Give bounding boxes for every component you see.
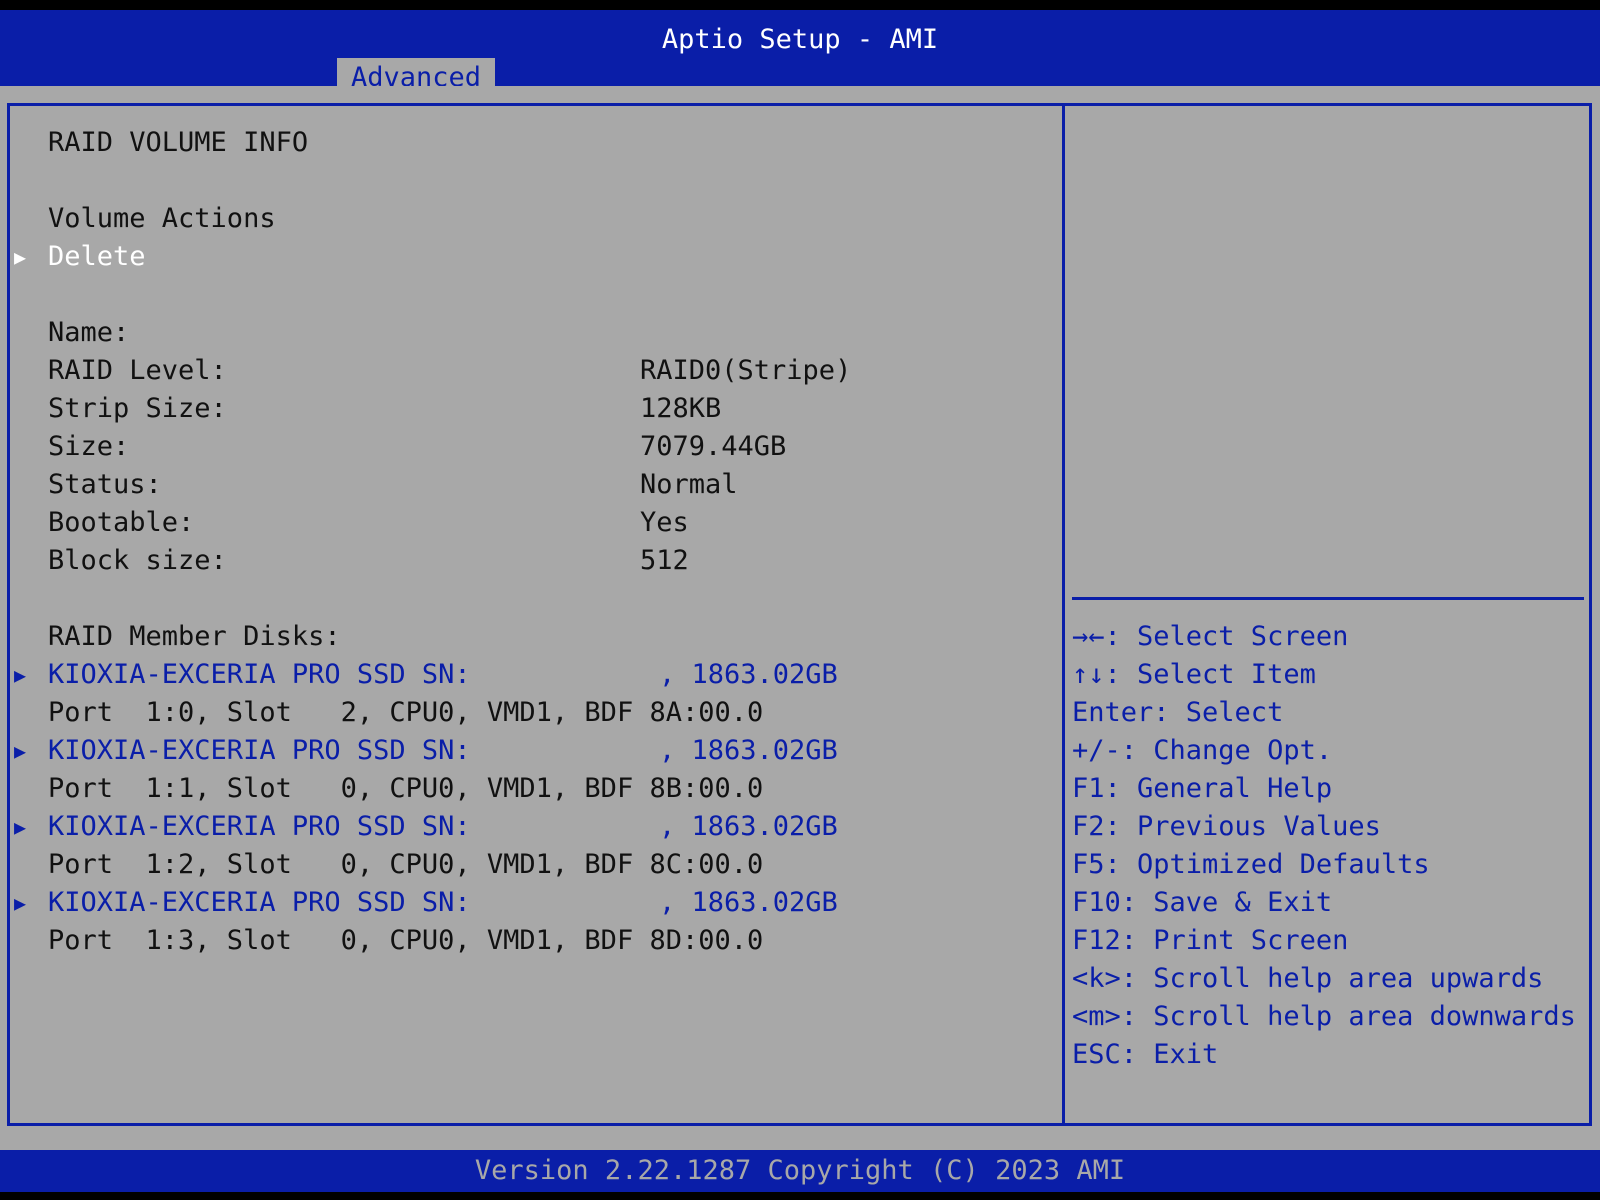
member-disk-location: Port 1:2, Slot 0, CPU0, VMD1, BDF 8C:00.…	[48, 849, 764, 880]
member-disk-item[interactable]: KIOXIA-EXCERIA PRO SSD SN:	[48, 656, 471, 694]
field-label-raid-level: RAID Level:	[48, 355, 227, 386]
help-key-print-screen: F12: Print Screen	[1072, 925, 1349, 956]
member-disk-size[interactable]: , 1863.02GB	[659, 808, 838, 846]
field-value-block-size: 512	[640, 545, 689, 576]
help-divider	[1072, 597, 1584, 600]
member-disk-size[interactable]: , 1863.02GB	[659, 732, 838, 770]
member-disks-label: RAID Member Disks:	[48, 621, 341, 652]
help-key-select-screen: →←: Select Screen	[1072, 621, 1349, 652]
help-key-save-exit: F10: Save & Exit	[1072, 887, 1333, 918]
member-disk-item[interactable]: KIOXIA-EXCERIA PRO SSD SN:	[48, 884, 471, 922]
help-key-scroll-up: <k>: Scroll help area upwards	[1072, 963, 1544, 994]
member-disk-location: Port 1:3, Slot 0, CPU0, VMD1, BDF 8D:00.…	[48, 925, 764, 956]
field-label-name: Name:	[48, 317, 130, 348]
field-value-status: Normal	[640, 469, 738, 500]
field-label-status: Status:	[48, 469, 162, 500]
page-heading: RAID VOLUME INFO	[48, 127, 309, 158]
member-disk-item[interactable]: KIOXIA-EXCERIA PRO SSD SN:	[48, 732, 471, 770]
field-value-size: 7079.44GB	[640, 431, 787, 462]
field-value-raid-level: RAID0(Stripe)	[640, 355, 852, 386]
help-key-scroll-down: <m>: Scroll help area downwards	[1072, 1001, 1576, 1032]
delete-volume-item[interactable]: Delete	[48, 238, 146, 276]
submenu-arrow-icon: ▶	[14, 891, 27, 915]
help-key-enter: Enter: Select	[1072, 697, 1284, 728]
field-label-strip-size: Strip Size:	[48, 393, 227, 424]
submenu-arrow-icon: ▶	[14, 245, 27, 269]
help-key-exit: ESC: Exit	[1072, 1039, 1219, 1070]
help-key-change-opt: +/-: Change Opt.	[1072, 735, 1333, 766]
version-footer: Version 2.22.1287 Copyright (C) 2023 AMI	[0, 1150, 1600, 1192]
field-value-bootable: Yes	[640, 507, 689, 538]
member-disk-location: Port 1:0, Slot 2, CPU0, VMD1, BDF 8A:00.…	[48, 697, 764, 728]
help-key-general-help: F1: General Help	[1072, 773, 1333, 804]
member-disk-size[interactable]: , 1863.02GB	[659, 884, 838, 922]
help-key-select-item: ↑↓: Select Item	[1072, 659, 1316, 690]
vertical-divider	[1062, 103, 1065, 1126]
field-label-size: Size:	[48, 431, 130, 462]
title-bar: Aptio Setup - AMI Advanced	[0, 10, 1600, 96]
submenu-arrow-icon: ▶	[14, 815, 27, 839]
app-title: Aptio Setup - AMI	[661, 24, 939, 55]
help-key-optimized-defaults: F5: Optimized Defaults	[1072, 849, 1430, 880]
field-label-bootable: Bootable:	[48, 507, 195, 538]
submenu-arrow-icon: ▶	[14, 663, 27, 687]
volume-actions-label: Volume Actions	[48, 203, 276, 234]
member-disk-item[interactable]: KIOXIA-EXCERIA PRO SSD SN:	[48, 808, 471, 846]
field-label-block-size: Block size:	[48, 545, 227, 576]
member-disk-size[interactable]: , 1863.02GB	[659, 656, 838, 694]
submenu-arrow-icon: ▶	[14, 739, 27, 763]
field-value-strip-size: 128KB	[640, 393, 722, 424]
member-disk-location: Port 1:1, Slot 0, CPU0, VMD1, BDF 8B:00.…	[48, 773, 764, 804]
main-panel: RAID VOLUME INFO Volume Actions ▶ Delete…	[0, 86, 1600, 1150]
help-key-previous-values: F2: Previous Values	[1072, 811, 1381, 842]
